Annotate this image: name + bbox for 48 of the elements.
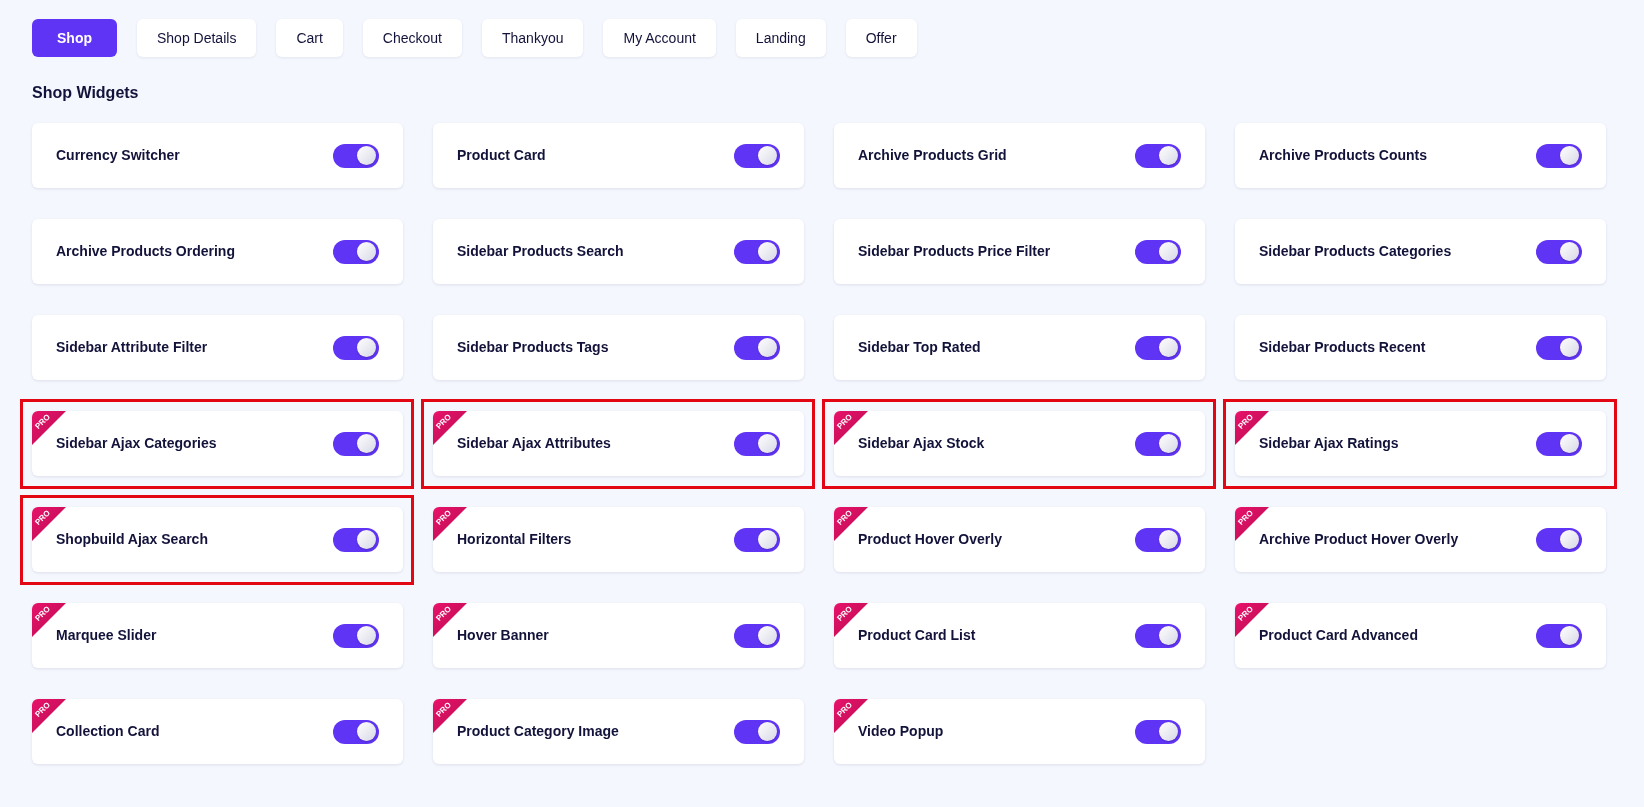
- toggle-switch[interactable]: [333, 239, 379, 264]
- widget-name: Archive Products Counts: [1259, 146, 1428, 165]
- tab[interactable]: Cart: [276, 19, 343, 57]
- toggle-switch[interactable]: [1135, 431, 1181, 456]
- tab[interactable]: Shop Details: [137, 19, 257, 57]
- toggle-switch[interactable]: [734, 335, 780, 360]
- toggle-switch[interactable]: [734, 239, 780, 264]
- toggle-switch[interactable]: [1135, 623, 1181, 648]
- toggle-switch[interactable]: [1536, 527, 1582, 552]
- widget-name: Sidebar Products Recent: [1259, 338, 1426, 357]
- widget-name: Product Card: [457, 146, 546, 165]
- widget-name: Archive Products Ordering: [56, 242, 235, 261]
- tab[interactable]: Checkout: [362, 19, 462, 57]
- toggle-switch[interactable]: [734, 623, 780, 648]
- toggle-switch[interactable]: [333, 623, 379, 648]
- toggle-switch[interactable]: [1135, 335, 1181, 360]
- section-heading: Shop Widgets: [32, 84, 139, 102]
- toggle-switch[interactable]: [734, 527, 780, 552]
- toggle-switch[interactable]: [1536, 431, 1582, 456]
- toggle-switch[interactable]: [1135, 527, 1181, 552]
- widget-name: Sidebar Products Price Filter: [858, 242, 1051, 261]
- toggle-switch[interactable]: [333, 143, 379, 168]
- tab[interactable]: Landing: [735, 19, 826, 57]
- widget-name: Sidebar Top Rated: [858, 338, 981, 357]
- toggle-switch[interactable]: [1536, 623, 1582, 648]
- toggle-switch[interactable]: [333, 335, 379, 360]
- widget-name: Sidebar Products Categories: [1259, 242, 1452, 261]
- toggle-switch[interactable]: [734, 431, 780, 456]
- toggle-switch[interactable]: [333, 431, 379, 456]
- toggle-switch[interactable]: [734, 143, 780, 168]
- widget-name: Sidebar Attribute Filter: [56, 338, 208, 357]
- toggle-switch[interactable]: [1536, 143, 1582, 168]
- toggle-switch[interactable]: [1536, 239, 1582, 264]
- tab[interactable]: Shop: [32, 19, 117, 57]
- toggle-switch[interactable]: [1536, 335, 1582, 360]
- widget-name: Currency Switcher: [56, 146, 180, 165]
- widget-name: Sidebar Products Search: [457, 242, 624, 261]
- tab[interactable]: My Account: [603, 19, 716, 57]
- toggle-switch[interactable]: [333, 527, 379, 552]
- toggle-switch[interactable]: [1135, 719, 1181, 744]
- tab[interactable]: Offer: [845, 19, 917, 57]
- widget-name: Sidebar Products Tags: [457, 338, 609, 357]
- toggle-switch[interactable]: [734, 719, 780, 744]
- toggle-switch[interactable]: [333, 719, 379, 744]
- toggle-switch[interactable]: [1135, 239, 1181, 264]
- toggle-switch[interactable]: [1135, 143, 1181, 168]
- widget-name: Archive Products Grid: [858, 146, 1007, 165]
- tab[interactable]: Thankyou: [482, 19, 584, 57]
